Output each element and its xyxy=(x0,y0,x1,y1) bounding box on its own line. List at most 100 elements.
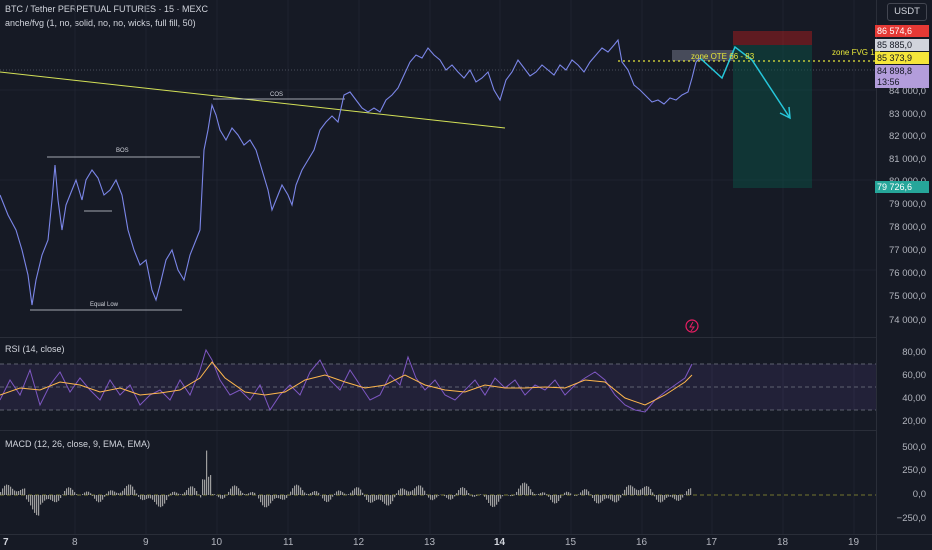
pane-separator-macd[interactable] xyxy=(0,430,876,431)
price-axis-label: 81 000,0 xyxy=(889,154,926,165)
trendline[interactable] xyxy=(0,71,506,129)
cos-label: COS xyxy=(270,92,284,98)
macd-bar xyxy=(406,490,408,495)
macd-bar xyxy=(202,479,204,495)
macd-bar xyxy=(394,495,396,498)
macd-bar xyxy=(356,487,358,495)
time-axis-label: 11 xyxy=(283,537,294,548)
macd-bar xyxy=(568,492,570,495)
macd-bar xyxy=(208,476,210,495)
macd-bar xyxy=(276,495,278,498)
macd-bar xyxy=(428,495,430,498)
macd-bar xyxy=(684,494,686,495)
price-axis-label: 76 000,0 xyxy=(889,268,926,279)
macd-bar xyxy=(636,489,638,495)
macd-bar xyxy=(232,486,234,495)
zone-fvg-label: zone FVG 1H xyxy=(832,48,881,57)
macd-bar xyxy=(326,495,328,503)
macd-bar xyxy=(538,493,540,495)
macd-bar xyxy=(408,491,410,495)
macd-bar xyxy=(332,495,334,497)
macd-bar xyxy=(66,488,68,495)
macd-bar xyxy=(164,495,166,504)
macd-axis-label: −250,0 xyxy=(896,513,926,524)
macd-bar xyxy=(590,494,592,495)
target-zone[interactable] xyxy=(733,45,812,188)
macd-bar xyxy=(580,492,582,495)
macd-bar xyxy=(502,495,504,497)
macd-bar xyxy=(214,494,216,495)
macd-bar xyxy=(626,486,628,495)
macd-bar xyxy=(458,490,460,495)
macd-bar xyxy=(56,495,58,503)
macd-bar xyxy=(152,495,154,500)
macd-bar xyxy=(270,495,272,504)
macd-bar xyxy=(190,486,192,495)
macd-bar xyxy=(528,486,530,495)
macd-bar xyxy=(282,495,284,500)
macd-bar xyxy=(134,489,136,495)
macd-bar xyxy=(540,492,542,495)
macd-bar xyxy=(222,495,224,499)
macd-bar xyxy=(518,488,520,495)
macd-bar xyxy=(178,493,180,495)
macd-bar xyxy=(308,493,310,495)
macd-legend[interactable]: MACD (12, 26, close, 9, EMA, EMA) xyxy=(5,439,150,449)
time-axis-label: 14 xyxy=(494,537,506,548)
macd-bar xyxy=(14,490,16,495)
macd-bar xyxy=(484,495,486,497)
macd-bar xyxy=(236,486,238,495)
macd-bar xyxy=(338,490,340,495)
macd-bar xyxy=(558,495,560,502)
macd-bar xyxy=(186,490,188,495)
price-axis-label: 79 000,0 xyxy=(889,199,926,210)
macd-bar xyxy=(648,486,650,495)
macd-bar xyxy=(444,495,446,497)
macd-bar xyxy=(258,495,260,499)
rsi-legend[interactable]: RSI (14, close) xyxy=(5,344,65,354)
macd-bar xyxy=(212,494,214,495)
macd-bar xyxy=(132,486,134,495)
macd-bar xyxy=(244,494,246,495)
macd-bar xyxy=(498,495,500,502)
macd-bar xyxy=(168,495,170,497)
macd-bar xyxy=(424,490,426,495)
macd-bar xyxy=(8,485,10,495)
macd-bar xyxy=(238,488,240,495)
macd-bar xyxy=(690,488,692,495)
macd-bar xyxy=(280,495,282,500)
macd-bar xyxy=(488,495,490,503)
macd-bar xyxy=(652,492,654,495)
chart-canvas[interactable] xyxy=(0,0,932,550)
macd-bar xyxy=(510,495,512,497)
macd-bar xyxy=(592,495,594,498)
macd-bar xyxy=(242,492,244,495)
macd-bar xyxy=(0,492,2,495)
macd-bar xyxy=(148,495,150,499)
macd-bar xyxy=(228,491,230,495)
macd-bar xyxy=(402,488,404,495)
macd-bar xyxy=(284,495,286,500)
macd-bar xyxy=(46,495,48,500)
macd-bar xyxy=(24,488,26,495)
pane-separator-rsi[interactable] xyxy=(0,337,876,338)
macd-bar xyxy=(368,495,370,503)
macd-bar xyxy=(624,489,626,495)
time-axis-label: 18 xyxy=(777,537,789,548)
macd-bar xyxy=(272,495,274,501)
target-price-tag: 79 726,6 xyxy=(875,181,929,193)
macd-bar xyxy=(452,495,454,499)
macd-bar xyxy=(632,486,634,495)
macd-bar xyxy=(404,489,406,495)
macd-bar xyxy=(448,495,450,500)
macd-bar xyxy=(564,492,566,495)
macd-bar xyxy=(170,493,172,495)
macd-bar xyxy=(146,495,148,499)
macd-bar xyxy=(614,495,616,503)
macd-bar xyxy=(686,491,688,495)
macd-bar xyxy=(264,495,266,508)
stop-zone[interactable] xyxy=(733,31,812,45)
macd-bar xyxy=(98,495,100,503)
macd-bar xyxy=(166,495,168,501)
macd-bar xyxy=(468,493,470,495)
